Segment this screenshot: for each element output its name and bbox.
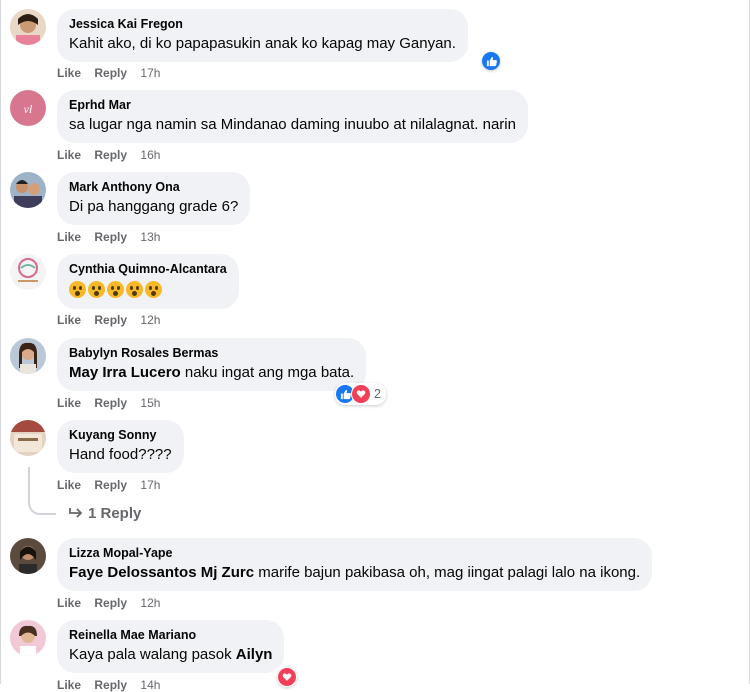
love-icon xyxy=(351,384,371,404)
comment-actions: Like Reply 12h xyxy=(57,313,170,327)
comment-bubble: Mark Anthony Ona Di pa hanggang grade 6? xyxy=(57,172,251,225)
astonished-emoji-icon xyxy=(145,281,162,298)
like-button[interactable]: Like xyxy=(57,313,81,327)
comment-text: Faye Delossantos Mj Zurc marife bajun pa… xyxy=(69,563,640,583)
comment-bubble: Kuyang Sonny Hand food???? xyxy=(57,420,184,473)
like-button[interactable]: Like xyxy=(57,230,81,244)
reaction-summary[interactable] xyxy=(482,52,500,70)
reply-button[interactable]: Reply xyxy=(94,66,127,80)
comment-text: sa lugar nga namin sa Mindanao daming in… xyxy=(69,116,516,133)
comment-author[interactable]: Eprhd Mar xyxy=(69,97,516,113)
reply-arrow-icon xyxy=(69,508,83,518)
avatar[interactable] xyxy=(10,338,46,374)
mention-link[interactable]: Ailyn xyxy=(236,646,273,663)
comment-bubble: Babylyn Rosales Bermas May Irra Lucero n… xyxy=(57,338,367,391)
comment-body: Kaya pala walang pasok xyxy=(69,646,236,663)
comment-actions: Like Reply 13h xyxy=(57,230,170,244)
avatar[interactable] xyxy=(10,9,46,45)
comment-actions: Like Reply 16h xyxy=(57,148,170,162)
timestamp[interactable]: 12h xyxy=(140,596,160,610)
comment-body: marife bajun pakibasa oh, mag iingat pal… xyxy=(254,564,641,581)
comment-emojis xyxy=(69,281,227,301)
reply-button[interactable]: Reply xyxy=(94,230,127,244)
reaction-summary[interactable] xyxy=(277,667,297,687)
comment-author[interactable]: Reinella Mae Mariano xyxy=(69,627,272,643)
comment-text: Di pa hanggang grade 6? xyxy=(69,198,239,215)
reply-button[interactable]: Reply xyxy=(94,478,127,492)
astonished-emoji-icon xyxy=(126,281,143,298)
avatar[interactable] xyxy=(10,172,46,208)
mention-link[interactable]: May Irra Lucero xyxy=(69,364,181,381)
comment-actions: Like Reply 15h xyxy=(57,396,170,410)
comment-author[interactable]: Lizza Mopal-Yape xyxy=(69,545,640,561)
comment-author[interactable]: Cynthia Quimno-Alcantara xyxy=(69,261,227,277)
timestamp[interactable]: 13h xyxy=(140,230,160,244)
like-icon xyxy=(482,52,500,70)
comment-author[interactable]: Babylyn Rosales Bermas xyxy=(69,345,354,361)
comment-bubble: Eprhd Mar sa lugar nga namin sa Mindanao… xyxy=(57,90,528,143)
love-icon xyxy=(277,667,297,687)
like-button[interactable]: Like xyxy=(57,678,81,692)
thread-connector xyxy=(28,467,56,515)
avatar[interactable] xyxy=(10,254,46,290)
reaction-count: 2 xyxy=(374,387,381,401)
astonished-emoji-icon xyxy=(88,281,105,298)
like-button[interactable]: Like xyxy=(57,478,81,492)
avatar[interactable] xyxy=(10,538,46,574)
timestamp[interactable]: 16h xyxy=(140,148,160,162)
timestamp[interactable]: 14h xyxy=(140,678,160,692)
comment-bubble: Lizza Mopal-Yape Faye Delossantos Mj Zur… xyxy=(57,538,653,591)
reply-button[interactable]: Reply xyxy=(94,148,127,162)
timestamp[interactable]: 15h xyxy=(140,396,160,410)
astonished-emoji-icon xyxy=(69,281,86,298)
comment-bubble: Cynthia Quimno-Alcantara xyxy=(57,254,239,309)
mention-link[interactable]: Faye Delossantos Mj Zurc xyxy=(69,564,254,581)
reaction-summary[interactable]: 2 xyxy=(335,383,386,405)
timestamp[interactable]: 17h xyxy=(140,66,160,80)
timestamp[interactable]: 17h xyxy=(140,478,160,492)
comment-actions: Like Reply 14h xyxy=(57,678,170,692)
like-button[interactable]: Like xyxy=(57,596,81,610)
comment-actions: Like Reply 17h xyxy=(57,478,170,492)
comment-author[interactable]: Kuyang Sonny xyxy=(69,427,172,443)
svg-text:vl: vl xyxy=(24,102,33,116)
avatar[interactable] xyxy=(10,420,46,456)
comment-actions: Like Reply 17h xyxy=(57,66,170,80)
timestamp[interactable]: 12h xyxy=(140,313,160,327)
comment-author[interactable]: Mark Anthony Ona xyxy=(69,179,238,195)
comment-text: Kahit ako, di ko papapasukin anak ko kap… xyxy=(69,35,456,52)
comment-bubble: Reinella Mae Mariano Kaya pala walang pa… xyxy=(57,620,285,673)
comment-text: May Irra Lucero naku ingat ang mga bata. xyxy=(69,363,354,383)
astonished-emoji-icon xyxy=(107,281,124,298)
reply-button[interactable]: Reply xyxy=(94,678,127,692)
comment-actions: Like Reply 12h xyxy=(57,596,170,610)
comment-body: naku ingat ang mga bata. xyxy=(180,364,355,381)
comment-author[interactable]: Jessica Kai Fregon xyxy=(69,16,456,32)
avatar[interactable] xyxy=(10,620,46,656)
like-button[interactable]: Like xyxy=(57,148,81,162)
view-replies-label: 1 Reply xyxy=(88,505,142,522)
like-button[interactable]: Like xyxy=(57,66,81,80)
like-button[interactable]: Like xyxy=(57,396,81,410)
reply-button[interactable]: Reply xyxy=(94,313,127,327)
avatar[interactable]: vl xyxy=(10,90,46,126)
reply-button[interactable]: Reply xyxy=(94,596,127,610)
reply-button[interactable]: Reply xyxy=(94,396,127,410)
comment-bubble: Jessica Kai Fregon Kahit ako, di ko papa… xyxy=(57,9,468,62)
view-replies-button[interactable]: 1 Reply xyxy=(68,505,141,522)
comment-text: Kaya pala walang pasok Ailyn xyxy=(69,645,272,665)
comment-text: Hand food???? xyxy=(69,446,172,463)
